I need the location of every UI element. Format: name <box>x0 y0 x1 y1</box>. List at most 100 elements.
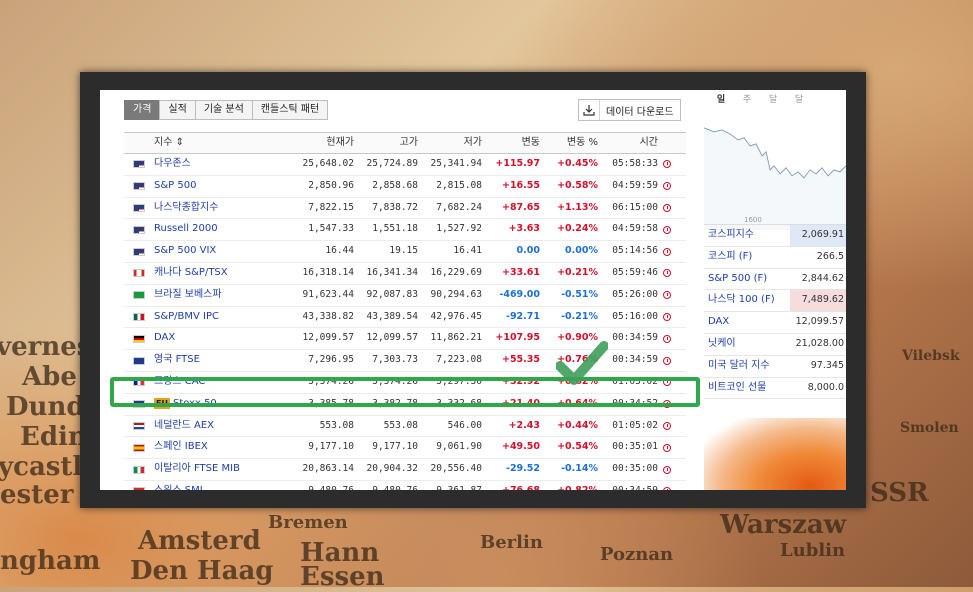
quote-name[interactable]: 나스닥 100 (F) <box>704 290 790 311</box>
tab-technical[interactable]: 기술 분석 <box>194 100 253 120</box>
index-name-link[interactable]: 브라질 보베스파 <box>154 285 294 306</box>
quote-row[interactable]: 나스닥 100 (F) 7,489.62 <box>704 290 846 313</box>
last-price: 2,850.96 <box>308 179 354 191</box>
ad-banner[interactable] <box>704 418 846 490</box>
flag-cell <box>124 219 154 240</box>
table-row[interactable]: S&P/BMV IPC 43,338.82 43,389.54 42,976.45 -9… <box>124 307 686 329</box>
quote-row[interactable]: 코스피 (F) 266.5 <box>704 247 846 269</box>
table-row[interactable]: 스페인 IBEX 9,177.10 9,177.10 9,061.90 +49.50 +0… <box>124 437 686 460</box>
header-change[interactable]: 변동 <box>486 133 544 153</box>
table-row[interactable]: 네덜란드 AEX 553.08 553.08 546.00 +2.43 +0.44% 01:… <box>124 416 686 438</box>
quote-value: 97.345 <box>810 359 844 371</box>
index-name-link[interactable]: S&P 500 VIX <box>154 241 294 262</box>
index-name-link[interactable]: Russell 2000 <box>154 219 294 240</box>
index-name-link[interactable]: 스페인 IBEX <box>154 437 294 458</box>
header-index[interactable]: 지수 ⇕ <box>154 133 294 153</box>
change-value: +49.50 <box>501 441 540 453</box>
quotes-list: 코스피지수 2,069.91 코스피 (F) 266.5 S&P 500 (F) 2,84… <box>704 224 846 400</box>
map-label: Warszaw <box>720 510 847 540</box>
low-price: 9,061.90 <box>436 441 482 453</box>
quote-name[interactable]: 닛케이 <box>704 334 790 355</box>
index-name-link[interactable]: DAX <box>154 328 294 349</box>
index-name-link[interactable]: 다우존스 <box>154 154 294 175</box>
table-row[interactable]: 브라질 보베스파 91,623.44 92,087.83 90,294.63 -469.… <box>124 285 686 307</box>
quote-row[interactable]: 비트코인 선물 8,000.0 <box>704 378 846 400</box>
index-name-link[interactable]: 영국 FTSE <box>154 350 294 371</box>
quote-name[interactable]: 비트코인 선물 <box>704 378 790 399</box>
quote-row[interactable]: S&P 500 (F) 2,844.62 <box>704 269 846 291</box>
header-time[interactable]: 시간 <box>602 133 658 153</box>
high-price: 92,087.83 <box>366 288 418 300</box>
flag-cell <box>124 285 154 306</box>
rp-tab-month-2[interactable]: 달 <box>786 92 812 105</box>
table-header: 지수 ⇕ 현재가 고가 저가 변동 변동 % 시간 <box>124 132 686 154</box>
clock-cell <box>658 328 676 349</box>
quote-row[interactable]: 닛케이 21,028.00 <box>704 334 846 356</box>
index-name-link[interactable]: 스위스 SMI <box>154 481 294 490</box>
clock-cell <box>658 198 676 219</box>
rp-tab-week[interactable]: 주 <box>734 92 760 105</box>
quote-row[interactable]: DAX 12,099.57 <box>704 312 846 334</box>
time-value: 00:34:59 <box>612 354 658 366</box>
rp-tab-month[interactable]: 달 <box>760 92 786 105</box>
index-name-link[interactable]: S&P/BMV IPC <box>154 307 294 328</box>
time-value: 00:34:59 <box>612 332 658 344</box>
table-row[interactable]: 이탈리아 FTSE MIB 20,863.14 20,904.32 20,556.40… <box>124 459 686 481</box>
index-name-link[interactable]: 캐나다 S&P/TSX <box>154 263 294 284</box>
clock-cell <box>658 437 676 458</box>
quote-value: 266.5 <box>816 250 844 262</box>
quote-name[interactable]: DAX <box>704 312 790 333</box>
quote-value: 2,844.62 <box>801 272 844 284</box>
clock-cell <box>658 263 676 284</box>
quote-value: 8,000.0 <box>807 381 844 393</box>
table-row[interactable]: S&P 500 2,850.96 2,858.68 2,815.08 +16.55 +0.… <box>124 176 686 198</box>
flag-es-icon <box>133 443 145 452</box>
quote-name[interactable]: S&P 500 (F) <box>704 269 790 290</box>
quote-row[interactable]: 미국 달러 지수 97.345 <box>704 356 846 378</box>
flag-cell <box>124 481 154 490</box>
index-name: 브라질 보베스파 <box>154 288 222 300</box>
flag-cell <box>124 263 154 284</box>
table-row[interactable]: Russell 2000 1,547.33 1,551.18 1,527.92 +3.6… <box>124 219 686 242</box>
quote-name[interactable]: 코스피 (F) <box>704 247 790 268</box>
download-data-button[interactable]: 데이터 다운로드 <box>578 99 681 121</box>
clock-icon <box>663 487 671 490</box>
mini-chart: 1600 <box>704 127 846 230</box>
index-name-link[interactable]: 나스닥종합지수 <box>154 198 294 219</box>
clock-cell <box>658 219 676 240</box>
change-value: +3.63 <box>508 223 540 235</box>
last-price: 1,547.33 <box>308 223 354 235</box>
quote-row[interactable]: 코스피지수 2,069.91 <box>704 225 846 247</box>
map-label: Abe <box>22 362 77 392</box>
tab-price[interactable]: 가격 <box>124 100 161 120</box>
last-price: 16,318.14 <box>302 266 354 278</box>
tab-candlestick[interactable]: 캔들스틱 패턴 <box>251 100 329 120</box>
header-last[interactable]: 현재가 <box>294 133 358 153</box>
table-row[interactable]: S&P 500 VIX 16.44 19.15 16.41 0.00 0.00% 05:14… <box>124 241 686 263</box>
header-change-pct[interactable]: 변동 % <box>544 133 602 153</box>
quote-name[interactable]: 코스피지수 <box>704 225 790 246</box>
clock-icon <box>663 225 671 234</box>
map-label: Berlin <box>480 532 543 553</box>
index-name-link[interactable]: 이탈리아 FTSE MIB <box>154 459 294 480</box>
rp-tab-day[interactable]: 일 <box>708 92 734 105</box>
table-row[interactable]: 다우존스 25,648.02 25,724.89 25,341.94 +115.97 +0… <box>124 154 686 176</box>
flag-ca-icon <box>133 269 145 278</box>
header-low[interactable]: 저가 <box>422 133 486 153</box>
table-row[interactable]: 스위스 SMI9,480.769,480.769,361.87+76.68+0.… <box>124 481 686 490</box>
map-label: SSR <box>870 478 929 508</box>
last-price: 91,623.44 <box>302 288 354 300</box>
header-high[interactable]: 고가 <box>358 133 422 153</box>
table-row[interactable]: 나스닥종합지수 7,822.15 7,838.72 7,682.24 +87.65 +1.… <box>124 198 686 220</box>
table-row[interactable]: 캐나다 S&P/TSX 16,318.14 16,341.34 16,229.69 +3… <box>124 263 686 285</box>
map-label: Vilebsk <box>902 348 960 364</box>
flag-cell <box>124 241 154 262</box>
index-name-link[interactable]: 네덜란드 AEX <box>154 416 294 437</box>
low-price: 546.00 <box>447 419 482 431</box>
tab-earnings[interactable]: 실적 <box>159 100 196 120</box>
change-pct: +0.54% <box>557 441 598 453</box>
quote-name[interactable]: 미국 달러 지수 <box>704 356 790 377</box>
index-name-link[interactable]: S&P 500 <box>154 176 294 197</box>
right-panel-tabs: 일 주 달 달 <box>704 90 846 105</box>
clock-icon <box>663 465 671 474</box>
